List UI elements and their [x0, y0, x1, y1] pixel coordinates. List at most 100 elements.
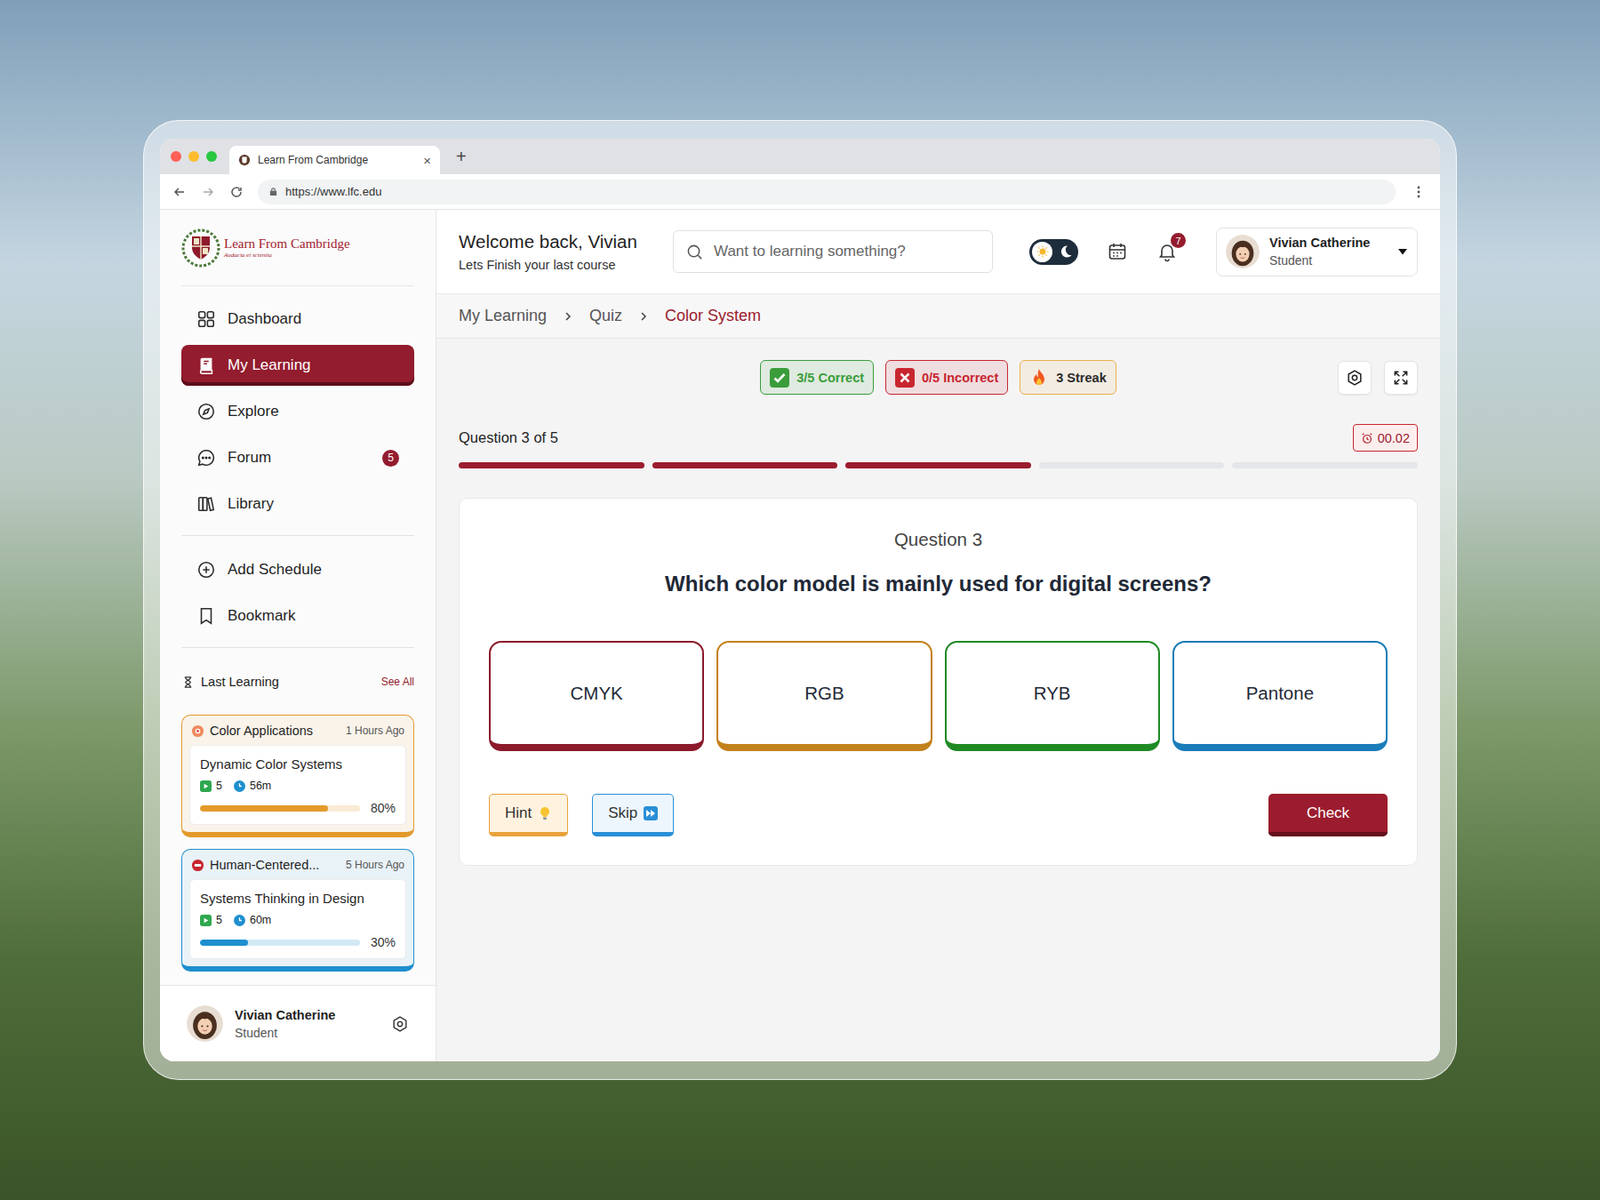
profile-name: Vivian Catherine: [234, 1008, 336, 1023]
lightbulb-icon: [537, 806, 552, 821]
progress-step: [652, 462, 839, 469]
last-learning-list: Color Applications 1 Hours Ago Dynamic C…: [160, 714, 436, 985]
see-all-link[interactable]: See All: [381, 675, 415, 688]
profile-footer[interactable]: Vivian Catherine Student: [160, 984, 436, 1062]
check-icon: [769, 368, 790, 388]
progress-step: [1232, 462, 1418, 469]
maximize-light[interactable]: [206, 151, 217, 162]
compass-icon: [196, 401, 216, 422]
search-field[interactable]: [672, 230, 993, 273]
url-field[interactable]: https://www.lfc.edu: [257, 179, 1396, 205]
forward-icon[interactable]: [200, 184, 216, 200]
cross-icon: [895, 368, 915, 388]
favicon-icon: [238, 153, 251, 167]
sidebar-item[interactable]: Forum 5: [181, 437, 415, 479]
fullscreen-button[interactable]: [1384, 360, 1418, 395]
back-icon[interactable]: [172, 184, 187, 200]
add-icon: [196, 560, 216, 580]
lesson-count: 5: [216, 913, 223, 927]
tab-close[interactable]: ×: [423, 152, 432, 168]
page: Learn From Cambridge Audacia et scientia…: [160, 209, 1440, 1062]
caret-down-icon: [1397, 247, 1408, 256]
device-frame: Learn From Cambridge × + https://www.lfc…: [143, 120, 1457, 1080]
category-icon: [191, 858, 205, 872]
user-menu[interactable]: Vivian Catherine Student: [1216, 227, 1418, 277]
skip-button[interactable]: Skip: [592, 793, 674, 837]
hourglass-icon: [181, 675, 195, 689]
course-card[interactable]: Color Applications 1 Hours Ago Dynamic C…: [181, 714, 415, 838]
secondary-nav: Add Schedule Bookmark: [181, 536, 415, 637]
minimize-light[interactable]: [188, 151, 200, 162]
breadcrumb-item[interactable]: Color System: [664, 306, 761, 326]
calendar-icon[interactable]: [1106, 240, 1128, 263]
reload-icon[interactable]: [229, 184, 244, 200]
settings-icon: [1345, 368, 1364, 387]
user-name: Vivian Catherine: [1269, 235, 1370, 250]
tab-bar: Learn From Cambridge × +: [160, 138, 1440, 175]
notifications-button[interactable]: 7: [1156, 240, 1178, 263]
sun-icon: [1036, 245, 1049, 258]
course-title: Dynamic Color Systems: [200, 756, 396, 772]
fast-forward-icon: [643, 806, 658, 821]
chevron-right-icon: [638, 311, 649, 322]
sidebar-item[interactable]: My Learning: [181, 344, 415, 386]
last-learning-header: Last Learning See All: [181, 672, 415, 691]
course-progress: [200, 805, 360, 812]
avatar-icon: [1225, 234, 1260, 269]
user-role: Student: [1269, 253, 1370, 268]
check-button[interactable]: Check: [1268, 793, 1388, 837]
hint-button[interactable]: Hint: [488, 793, 568, 837]
browser-tab[interactable]: Learn From Cambridge ×: [229, 145, 440, 175]
question-text: Which color model is mainly used for dig…: [488, 570, 1388, 598]
address-bar: https://www.lfc.edu: [160, 174, 1440, 210]
search-input[interactable]: [712, 241, 980, 262]
answer-option[interactable]: Pantone: [1172, 640, 1388, 752]
theme-toggle[interactable]: [1029, 239, 1079, 265]
logo-name: Learn From Cambridge: [224, 236, 351, 252]
sidebar-item[interactable]: Library: [181, 483, 415, 525]
timer: 00.02: [1352, 424, 1418, 452]
search-icon: [686, 243, 704, 261]
answer-option[interactable]: RGB: [716, 640, 932, 752]
welcome-subtitle: Lets Finish your last course: [458, 257, 673, 272]
answer-options: CMYKRGBRYBPantone: [488, 640, 1388, 752]
course-percent: 80%: [370, 800, 396, 816]
course-percent: 30%: [370, 935, 396, 950]
window-controls: [160, 151, 217, 162]
tab-title: Learn From Cambridge: [257, 153, 416, 167]
settings-button[interactable]: [1337, 360, 1372, 395]
answer-option[interactable]: RYB: [944, 640, 1160, 752]
menu-icon[interactable]: [1416, 184, 1421, 200]
sidebar-item[interactable]: Dashboard: [181, 298, 415, 340]
lessons-icon: [200, 780, 212, 792]
question-number: Question 3: [488, 528, 1388, 552]
new-tab-button[interactable]: +: [456, 146, 467, 168]
profile-role: Student: [234, 1025, 336, 1040]
stat-badge: 3 Streak: [1019, 360, 1116, 395]
crest-icon: [181, 228, 221, 268]
book-icon: [196, 355, 216, 376]
close-light[interactable]: [170, 151, 182, 162]
breadcrumb-item[interactable]: My Learning: [458, 306, 547, 326]
clock-icon: [233, 780, 246, 792]
answer-option[interactable]: CMYK: [488, 640, 704, 752]
sidebar-item[interactable]: Add Schedule: [181, 549, 415, 591]
stat-badge: 3/5 Correct: [760, 360, 874, 395]
landscape-background: Learn From Cambridge × + https://www.lfc…: [0, 0, 1600, 1200]
logo[interactable]: Learn From Cambridge Audacia et scientia: [181, 209, 415, 287]
alarm-icon: [1360, 432, 1374, 445]
sidebar-item[interactable]: Explore: [181, 391, 415, 432]
question-progress-label: Question 3 of 5: [458, 429, 559, 447]
fire-icon: [1029, 368, 1049, 388]
sidebar-item[interactable]: Bookmark: [181, 595, 415, 637]
breadcrumb-item[interactable]: Quiz: [589, 306, 623, 326]
category-icon: [191, 724, 205, 738]
quiz-stats: 3/5 Correct 0/5 Incorrect 3 Streak: [760, 360, 1116, 395]
settings-icon[interactable]: [391, 1015, 409, 1033]
course-card[interactable]: Human-Centered... 5 Hours Ago Systems Th…: [181, 848, 415, 972]
course-category: Human-Centered...: [209, 857, 320, 872]
moon-icon: [1058, 244, 1073, 259]
forum-badge: 5: [382, 449, 400, 467]
progress-step: [458, 462, 645, 469]
quiz-area: 3/5 Correct 0/5 Incorrect 3 Streak Quest…: [436, 338, 1440, 866]
